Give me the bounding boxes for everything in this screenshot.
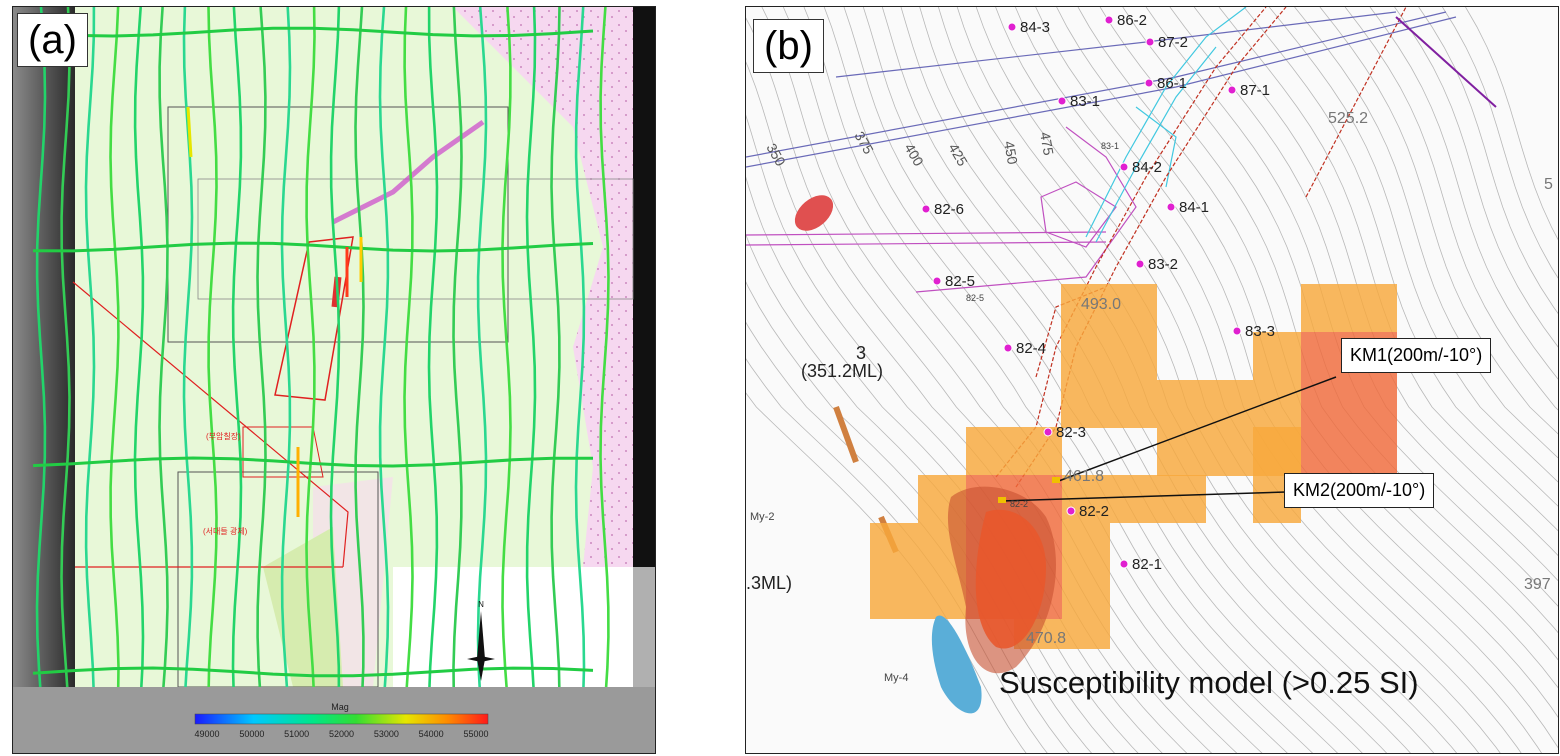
drillhole-label: 86-1: [1157, 75, 1187, 92]
drillhole-marker: [1007, 22, 1017, 32]
drillhole-label: 82-6: [934, 201, 964, 218]
drillhole-marker: [1232, 326, 1242, 336]
map-label-1: (부암칠장): [206, 431, 241, 441]
drillhole-label: 84-2: [1132, 159, 1162, 176]
susceptibility-cell: [1158, 475, 1206, 523]
elev-525: 525.2: [1328, 110, 1368, 127]
colorbar-tick-label: 55000: [463, 729, 488, 739]
level-3: 3: [856, 343, 866, 363]
north-label: N: [478, 600, 484, 609]
drillhole-marker: [1104, 15, 1114, 25]
label-my4: My-4: [884, 672, 908, 684]
map-label-2: (서대들 광체): [203, 526, 248, 536]
susceptibility-cell: [1301, 380, 1397, 476]
drillhole-marker: [1166, 202, 1176, 212]
level-0-3: .3ML): [746, 573, 792, 593]
drillhole-marker: [1119, 559, 1129, 569]
elev-461: 461.8: [1064, 468, 1104, 485]
right-dark-edge: [633, 7, 655, 567]
elev-397: 397: [1524, 576, 1551, 593]
panel-b-susceptibility-map: 84-3 86-2 87-2 86-1 87-1 83-1 84-2 82-6 84-1 83-2…: [745, 6, 1559, 754]
drillhole-label: 83-2: [1148, 256, 1178, 273]
drillhole-label: 87-1: [1240, 82, 1270, 99]
drillhole-label: 82-2: [1079, 503, 1109, 520]
panel-a-svg: N (부암칠장) (서대들 광체) Mag 49000 50000 51000 520…: [13, 7, 655, 753]
colorbar-tick-label: 52000: [329, 729, 354, 739]
colorbar-tick-label: 54000: [419, 729, 444, 739]
drillhole-marker: [1119, 162, 1129, 172]
colorbar: [194, 713, 489, 725]
label-my2: My-2: [750, 511, 774, 523]
panel-b-svg: 84-3 86-2 87-2 86-1 87-1 83-1 84-2 82-6 84-1 83-2…: [746, 7, 1558, 753]
drillhole-marker: [1003, 343, 1013, 353]
susceptibility-cell: [1061, 380, 1157, 428]
susceptibility-cell: [1062, 523, 1110, 619]
drillhole-marker: [1144, 78, 1154, 88]
drillhole-label: 83-3: [1245, 323, 1275, 340]
colorbar-title: Mag: [331, 702, 349, 712]
panel-a-magnetic-map: N (부암칠장) (서대들 광체) Mag 49000 50000 51000 520…: [12, 6, 656, 754]
drillhole-label: 84-1: [1179, 199, 1209, 216]
drillhole-marker: [1043, 427, 1053, 437]
drillhole-label: 82-3: [1056, 424, 1086, 441]
drillhole-marker: [1227, 85, 1237, 95]
colorbar-tick-label: 50000: [239, 729, 264, 739]
drillhole-marker: [932, 276, 942, 286]
elev-470: 470.8: [1026, 630, 1066, 647]
drillhole-label: 87-2: [1158, 34, 1188, 51]
panel-b-tag: (b): [753, 19, 824, 73]
susceptibility-cell: [1301, 284, 1397, 332]
drillhole-label: 84-3: [1020, 19, 1050, 36]
km1-callout: KM1(200m/-10°): [1341, 338, 1492, 373]
label-5: 5: [1544, 176, 1553, 193]
drillhole-marker: [1135, 259, 1145, 269]
level-351: (351.2ML): [801, 361, 883, 381]
drillhole-marker: [921, 204, 931, 214]
elev-493: 493.0: [1081, 296, 1121, 313]
colorbar-tick-label: 53000: [374, 729, 399, 739]
model-label: Susceptibility model (>0.25 SI): [999, 665, 1419, 700]
km2-callout: KM2(200m/-10°): [1284, 473, 1435, 508]
km1-collar: [1052, 477, 1060, 483]
label-83-1-small: 83-1: [1101, 141, 1119, 151]
drillhole-label: 82-4: [1016, 340, 1046, 357]
drillhole-label: 82-5: [945, 273, 975, 290]
drillhole-marker: [1145, 37, 1155, 47]
drillhole-label: 82-1: [1132, 556, 1162, 573]
label-82-5-small: 82-5: [966, 293, 984, 303]
panel-a-tag: (a): [17, 13, 88, 67]
drillhole-marker: [1066, 506, 1076, 516]
drillhole-marker: [1057, 96, 1067, 106]
colorbar-tick-label: 51000: [284, 729, 309, 739]
drillhole-label: 86-2: [1117, 12, 1147, 29]
colorbar-tick-label: 49000: [194, 729, 219, 739]
drillhole-label: 83-1: [1070, 93, 1100, 110]
km2-collar: [998, 497, 1006, 503]
susceptibility-cell: [1157, 380, 1253, 476]
label-82-2-small: 82-2: [1010, 499, 1028, 509]
